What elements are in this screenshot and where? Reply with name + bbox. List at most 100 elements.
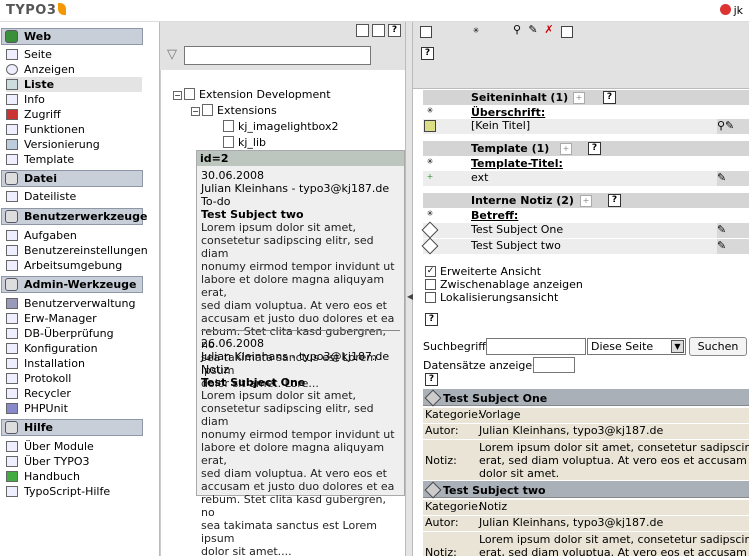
template-add-icon[interactable]: + [424,172,436,184]
menu-item-info[interactable]: Info [6,92,142,107]
collapse-icon[interactable]: − [191,107,200,116]
new-page-icon[interactable] [356,24,369,37]
collapse-icon[interactable]: − [173,91,182,100]
menu-group-benutzerwerkzeuge[interactable]: Benutzerwerkzeuge [1,208,147,225]
section-header-seiteninhalt[interactable]: Seiteninhalt (1) [423,90,749,105]
menu-item-label: Zugriff [24,108,61,121]
search-input[interactable] [486,338,586,355]
new-record-icon[interactable]: ✳ [424,106,436,118]
record-actions[interactable]: ✎ [717,239,749,254]
go-up-icon[interactable] [420,26,432,38]
chevron-down-icon[interactable]: ▼ [671,340,684,353]
menu-item-aufgaben[interactable]: Aufgaben [6,228,142,243]
tree-filter-input[interactable] [184,46,371,65]
menu-item-handbuch[interactable]: Handbuch [6,469,142,484]
record-field-row: Notiz: Lorem ipsum dolor sit amet, conse… [423,532,749,556]
help-icon[interactable]: ? [425,313,438,326]
tree-node-extension-development[interactable]: − Extension Development [173,87,331,103]
menu-item-seite[interactable]: Seite [6,47,142,62]
menu-group-web[interactable]: Web [1,28,143,45]
record-title[interactable]: ext [471,171,488,184]
record-header[interactable]: Test Subject One [423,389,749,406]
record-actions[interactable]: ✎ [717,223,749,238]
menu-item-erw-manager[interactable]: Erw-Manager [6,311,142,326]
limit-label: Datensätze anzeigen: [423,359,543,372]
body-line: sed diam voluptua. At vero eos et [201,299,387,312]
help-icon[interactable]: ? [603,91,616,104]
record-header[interactable]: Test Subject two [423,481,749,498]
checkbox-lokalisierungsansicht[interactable] [425,292,436,303]
user-menu[interactable]: jk [719,4,743,17]
menu-item-konfiguration[interactable]: Konfiguration [6,341,142,356]
menu-item-db-ueberpruefung[interactable]: DB-Überprüfung [6,326,142,341]
menu-item-label: DB-Überprüfung [24,327,114,340]
scope-select[interactable]: Diese Seite ▼ [587,338,686,355]
checkbox-zwischenablage[interactable] [425,279,436,290]
help-icon[interactable]: ? [425,373,438,386]
menu-item-dateiliste[interactable]: Dateiliste [6,189,142,204]
tree-node-kj-imagelightbox2[interactable]: kj_imagelightbox2 [223,119,338,135]
record-title[interactable]: [Kein Titel] [471,119,530,132]
menu-item-protokoll[interactable]: Protokoll [6,371,142,386]
expand-icon[interactable]: + [560,143,572,155]
typo3-logo[interactable]: TYPO3 [6,3,67,18]
menu-item-benutzereinstellungen[interactable]: Benutzereinstellungen [6,243,148,258]
expand-icon[interactable]: + [573,92,585,104]
admin-tools-icon [5,278,18,291]
help-icon[interactable]: ? [588,142,601,155]
menu-group-datei[interactable]: Datei [1,170,143,187]
tree-node-kj-lib[interactable]: kj_lib [223,135,266,151]
menu-item-funktionen[interactable]: Funktionen [6,122,142,137]
export-icon[interactable] [561,26,573,38]
page-icon [6,49,18,60]
option-label: Zwischenablage anzeigen [440,278,583,291]
tree-node-extensions[interactable]: − Extensions [191,103,277,119]
panel-resize-handle[interactable]: ◀ [405,22,413,556]
search-icon[interactable]: ⚲ [511,24,523,37]
help-icon[interactable]: ? [388,24,401,37]
tooltip-subject: Test Subject two [201,208,304,221]
content-element-icon[interactable] [424,120,436,132]
refresh-icon[interactable] [372,24,385,37]
record-actions[interactable]: ✎ [717,171,749,186]
search-button[interactable]: Suchen [689,337,747,356]
limit-input[interactable] [533,357,575,373]
help-icon [6,456,18,467]
section-header-template[interactable]: Template (1) [423,141,749,156]
hide-icon[interactable]: ✗ [543,24,555,37]
menu-item-versionierung[interactable]: Versionierung [6,137,142,152]
menu-group-admin-werkzeuge[interactable]: Admin-Werkzeuge [1,276,143,293]
page-icon [202,104,213,116]
menu-item-typoscript-hilfe[interactable]: TypoScript-Hilfe [6,484,142,499]
page-icon [184,88,195,100]
menu-item-anzeigen[interactable]: Anzeigen [6,62,142,77]
menu-item-benutzerverwaltung[interactable]: Benutzerverwaltung [6,296,142,311]
menu-item-arbeitsumgebung[interactable]: Arbeitsumgebung [6,258,142,273]
field-value: Lorem ipsum dolor sit amet, consetetur s… [479,441,749,480]
edit-icon[interactable]: ✎ [527,24,539,37]
record-actions[interactable]: ⚲✎ [717,119,749,134]
new-record-icon[interactable]: ✳ [470,26,482,38]
new-record-icon[interactable]: ✳ [424,209,436,221]
record-field-row: Notiz: Lorem ipsum dolor sit amet, conse… [423,440,749,480]
configuration-icon [6,343,18,354]
group-label: Hilfe [24,421,53,434]
menu-item-ueber-typo3[interactable]: Über TYPO3 [6,454,142,469]
menu-item-zugriff[interactable]: Zugriff [6,107,142,122]
menu-group-hilfe[interactable]: Hilfe [1,419,143,436]
help-icon[interactable]: ? [608,194,621,207]
record-title[interactable]: Test Subject two [471,239,561,252]
help-icon[interactable]: ? [421,47,434,60]
checkbox-erweiterte-ansicht[interactable]: ✓ [425,266,436,277]
record-field-row: Kategorie: Vorlage [423,408,749,423]
menu-item-ueber-module[interactable]: Über Module [6,439,142,454]
menu-item-installation[interactable]: Installation [6,356,142,371]
menu-item-template[interactable]: Template [6,152,142,167]
menu-item-liste[interactable]: Liste [6,77,142,92]
new-record-icon[interactable]: ✳ [424,157,436,169]
expand-icon[interactable]: + [580,195,592,207]
menu-item-recycler[interactable]: Recycler [6,386,142,401]
filter-icon[interactable]: ▽ [167,48,181,62]
record-title[interactable]: Test Subject One [471,223,563,236]
menu-item-phpunit[interactable]: PHPUnit [6,401,142,416]
